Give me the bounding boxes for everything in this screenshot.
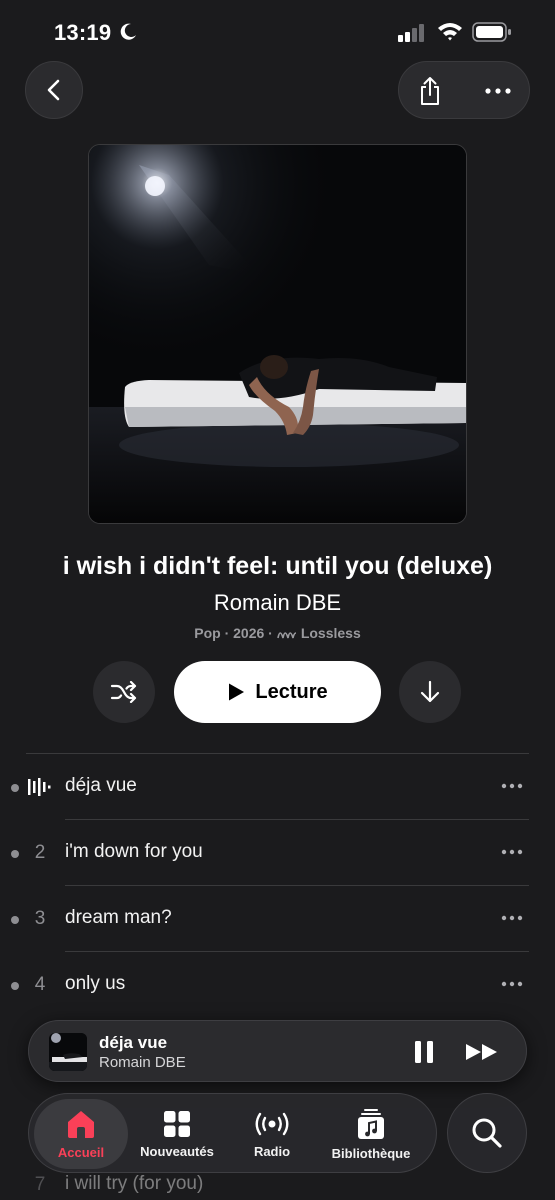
track-number: 7 bbox=[34, 1174, 46, 1195]
action-pill bbox=[398, 61, 530, 119]
artist-name[interactable]: Romain DBE bbox=[0, 590, 555, 616]
more-icon bbox=[501, 981, 523, 987]
track-more-button[interactable] bbox=[498, 974, 526, 994]
status-bar: 13:19 bbox=[0, 0, 555, 64]
pause-button[interactable] bbox=[409, 1038, 439, 1066]
back-button[interactable] bbox=[25, 61, 83, 119]
download-button[interactable] bbox=[399, 661, 461, 723]
tab-bar: Accueil Nouveautés Radio Bibliothèque bbox=[28, 1093, 437, 1173]
tab-radio[interactable]: Radio bbox=[229, 1094, 315, 1174]
bullet-dot bbox=[11, 982, 19, 990]
bullet-dot bbox=[11, 916, 19, 924]
album-title: i wish i didn't feel: until you (deluxe) bbox=[62, 552, 493, 580]
moon-icon bbox=[120, 23, 136, 40]
play-button[interactable]: Lecture bbox=[174, 661, 381, 723]
tab-label: Radio bbox=[253, 1143, 291, 1159]
library-icon bbox=[358, 1108, 384, 1139]
grid-icon bbox=[164, 1110, 190, 1137]
tab-label: Accueil bbox=[57, 1144, 105, 1160]
search-icon bbox=[472, 1118, 502, 1148]
more-icon bbox=[501, 849, 523, 855]
track-row[interactable]: 7 i will try (for you) bbox=[0, 1170, 555, 1200]
more-icon bbox=[501, 783, 523, 789]
album-meta: Pop · 2026 · Lossless bbox=[0, 625, 555, 641]
arrow-down-icon bbox=[420, 680, 440, 703]
share-button[interactable] bbox=[399, 62, 461, 120]
lossless-label: Lossless bbox=[300, 625, 361, 641]
mini-player[interactable]: déja vue Romain DBE bbox=[28, 1020, 527, 1082]
shuffle-icon bbox=[110, 681, 137, 703]
track-more-button[interactable] bbox=[498, 842, 526, 862]
tab-label: Nouveautés bbox=[140, 1143, 214, 1159]
home-icon bbox=[68, 1110, 94, 1138]
track-title: dream man? bbox=[65, 907, 172, 928]
track-row[interactable]: 2 i'm down for you bbox=[0, 820, 555, 886]
track-title: i'm down for you bbox=[65, 841, 203, 862]
track-more-button[interactable] bbox=[498, 776, 526, 796]
track-row[interactable]: 4 only us bbox=[0, 952, 555, 1018]
radio-icon bbox=[255, 1112, 289, 1135]
status-time: 13:19 bbox=[54, 20, 112, 45]
track-title: only us bbox=[65, 973, 126, 994]
now-playing-icon bbox=[28, 778, 51, 796]
track-number: 2 bbox=[34, 842, 46, 863]
play-label: Lecture bbox=[255, 680, 328, 703]
track-row[interactable]: 3 dream man? bbox=[0, 886, 555, 952]
tab-label: Bibliothèque bbox=[331, 1145, 411, 1161]
track-title: déja vue bbox=[65, 775, 137, 796]
mini-player-title: déja vue bbox=[99, 1033, 168, 1052]
chevron-left-icon bbox=[47, 79, 60, 101]
search-button[interactable] bbox=[447, 1093, 527, 1173]
next-button[interactable] bbox=[464, 1038, 500, 1066]
bullet-dot bbox=[11, 784, 19, 792]
track-row[interactable]: déja vue bbox=[0, 754, 555, 820]
play-icon bbox=[229, 683, 245, 701]
mini-player-artwork bbox=[49, 1033, 87, 1071]
more-button[interactable] bbox=[465, 62, 531, 120]
lossless-icon bbox=[277, 632, 296, 639]
pause-icon bbox=[415, 1041, 433, 1063]
track-number: 3 bbox=[34, 908, 46, 929]
more-icon bbox=[485, 88, 511, 94]
tab-accueil[interactable]: Accueil bbox=[34, 1099, 128, 1169]
battery-icon bbox=[472, 22, 511, 42]
tab-nouveautes[interactable]: Nouveautés bbox=[131, 1094, 223, 1174]
share-icon bbox=[421, 77, 439, 105]
album-artwork bbox=[88, 144, 467, 524]
more-icon bbox=[501, 915, 523, 921]
mini-player-artist: Romain DBE bbox=[99, 1054, 186, 1071]
tab-bibliotheque[interactable]: Bibliothèque bbox=[321, 1094, 421, 1174]
track-number: 4 bbox=[34, 974, 46, 995]
signal-icon bbox=[398, 24, 424, 42]
bullet-dot bbox=[11, 850, 19, 858]
forward-icon bbox=[466, 1044, 497, 1060]
track-title: i will try (for you) bbox=[65, 1173, 204, 1194]
track-more-button[interactable] bbox=[498, 908, 526, 928]
album-meta-text: Pop · 2026 · bbox=[194, 625, 273, 641]
shuffle-button[interactable] bbox=[93, 661, 155, 723]
wifi-icon bbox=[438, 23, 462, 41]
